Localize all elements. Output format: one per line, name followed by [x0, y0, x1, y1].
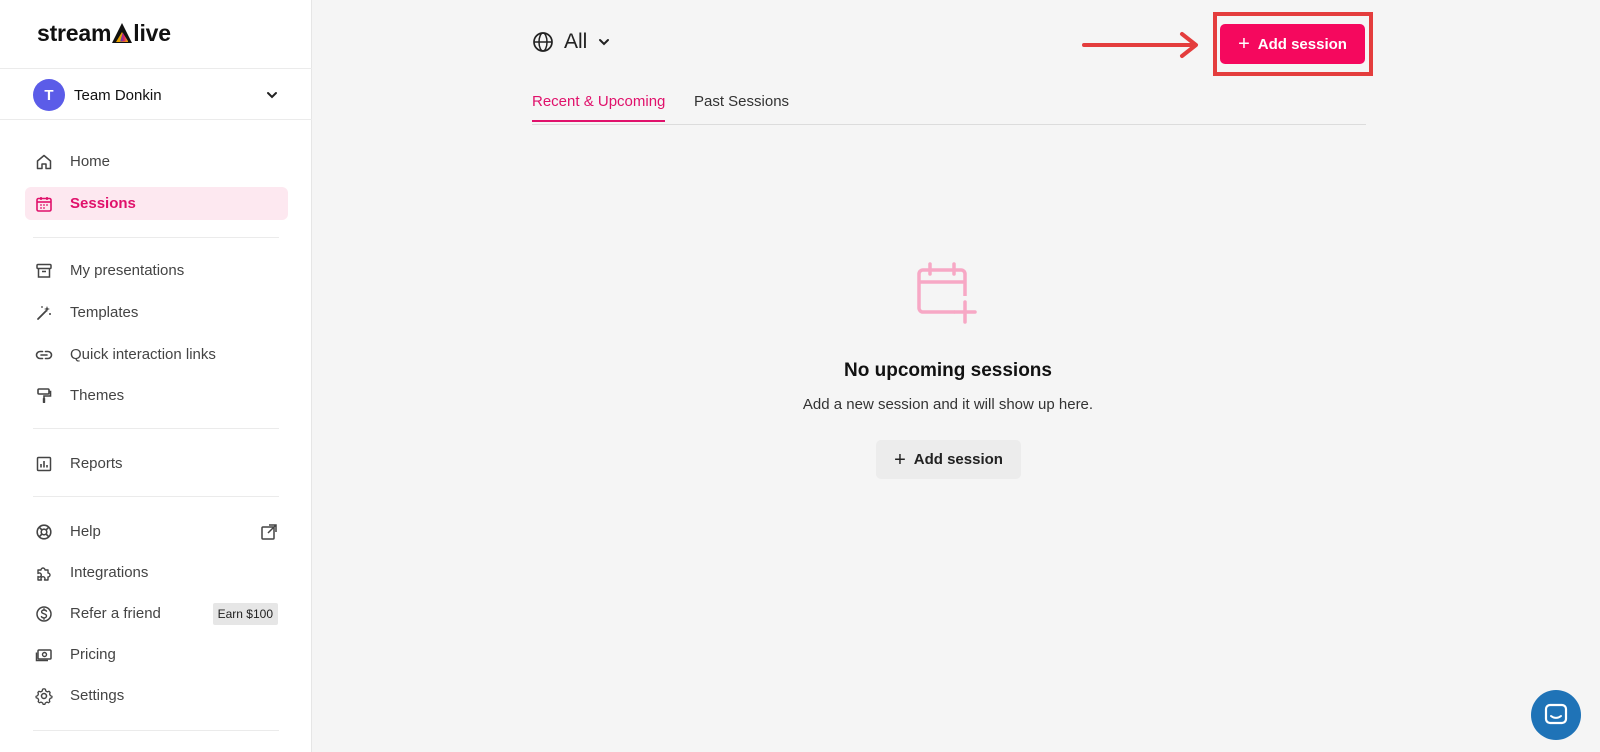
sidebar-item-quick-links[interactable]: Quick interaction links — [25, 338, 288, 371]
cash-icon — [35, 646, 53, 664]
sidebar-item-templates[interactable]: Templates — [25, 296, 288, 329]
annotation-arrow — [1082, 32, 1198, 58]
logo-mark-icon — [112, 22, 133, 43]
chat-icon — [1544, 703, 1568, 725]
puzzle-icon — [35, 564, 53, 582]
bar-chart-icon — [35, 455, 53, 473]
add-session-button[interactable]: + Add session — [1220, 24, 1365, 64]
sidebar-item-label: Reports — [70, 455, 123, 472]
divider — [33, 237, 279, 238]
plus-icon: + — [894, 448, 906, 471]
sidebar-item-help[interactable]: Help — [25, 515, 288, 548]
link-icon — [35, 346, 53, 364]
sidebar-item-label: Templates — [70, 304, 139, 321]
external-link-icon — [261, 523, 277, 540]
filter-label: All — [564, 30, 588, 53]
team-switcher[interactable]: T Team Donkin — [33, 78, 279, 112]
sidebar-item-refer[interactable]: Refer a friend Earn $100 — [25, 597, 288, 630]
sidebar-item-label: Refer a friend — [70, 605, 161, 622]
paint-roller-icon — [35, 387, 53, 405]
team-name: Team Donkin — [74, 86, 162, 104]
add-session-label: Add session — [913, 451, 1003, 468]
calendar-plus-icon — [917, 262, 977, 324]
session-filter-dropdown[interactable]: All — [532, 30, 611, 54]
logo-suffix: live — [133, 20, 171, 46]
empty-state-subtitle: Add a new session and it will show up he… — [802, 396, 1094, 413]
session-tabs: Recent & Upcoming Past Sessions — [532, 90, 1366, 125]
tab-past-sessions[interactable]: Past Sessions — [694, 93, 789, 120]
sidebar: stream live T Team Donkin Home Sessions M… — [0, 0, 312, 752]
sidebar-item-label: Quick interaction links — [70, 346, 216, 363]
sidebar-item-settings[interactable]: Settings — [25, 679, 288, 712]
sidebar-item-label: Help — [70, 523, 101, 540]
sidebar-item-home[interactable]: Home — [25, 145, 288, 178]
divider — [0, 68, 312, 69]
sidebar-item-label: My presentations — [70, 262, 185, 279]
chat-launcher-button[interactable] — [1531, 690, 1581, 740]
calendar-icon — [35, 195, 53, 213]
sidebar-item-sessions[interactable]: Sessions — [25, 187, 288, 220]
sidebar-item-label: Sessions — [70, 195, 136, 212]
sidebar-item-reports[interactable]: Reports — [25, 447, 288, 480]
empty-state-title: No upcoming sessions — [844, 360, 1052, 381]
sidebar-item-pricing[interactable]: Pricing — [25, 638, 288, 671]
divider — [33, 428, 279, 429]
chevron-down-icon — [599, 39, 610, 46]
archive-icon — [35, 262, 53, 280]
home-icon — [35, 153, 53, 171]
divider — [33, 496, 279, 497]
magic-wand-icon — [35, 304, 53, 322]
logo-prefix: stream — [37, 20, 112, 46]
sidebar-item-label: Themes — [70, 387, 125, 404]
lifebuoy-icon — [35, 523, 53, 541]
gear-icon — [35, 687, 53, 705]
avatar: T — [33, 79, 65, 111]
tab-recent-upcoming[interactable]: Recent & Upcoming — [532, 93, 666, 122]
sidebar-item-label: Integrations — [70, 564, 149, 581]
sidebar-item-themes[interactable]: Themes — [25, 379, 288, 412]
divider — [33, 730, 279, 731]
dollar-circle-icon — [35, 605, 53, 623]
divider — [0, 119, 312, 120]
streamalive-logo[interactable]: stream live — [37, 20, 171, 47]
plus-icon: + — [1238, 33, 1250, 55]
earn-badge: Earn $100 — [212, 602, 278, 625]
add-session-label: Add session — [1257, 35, 1347, 53]
sidebar-item-label: Home — [70, 153, 111, 170]
sidebar-item-label: Settings — [70, 687, 125, 704]
sidebar-item-label: Pricing — [70, 646, 116, 663]
sidebar-item-integrations[interactable]: Integrations — [25, 556, 288, 589]
globe-icon — [533, 32, 553, 52]
sidebar-item-presentations[interactable]: My presentations — [25, 254, 288, 287]
empty-state-add-session-button[interactable]: + Add session — [876, 440, 1021, 479]
chevron-down-icon — [267, 92, 277, 99]
